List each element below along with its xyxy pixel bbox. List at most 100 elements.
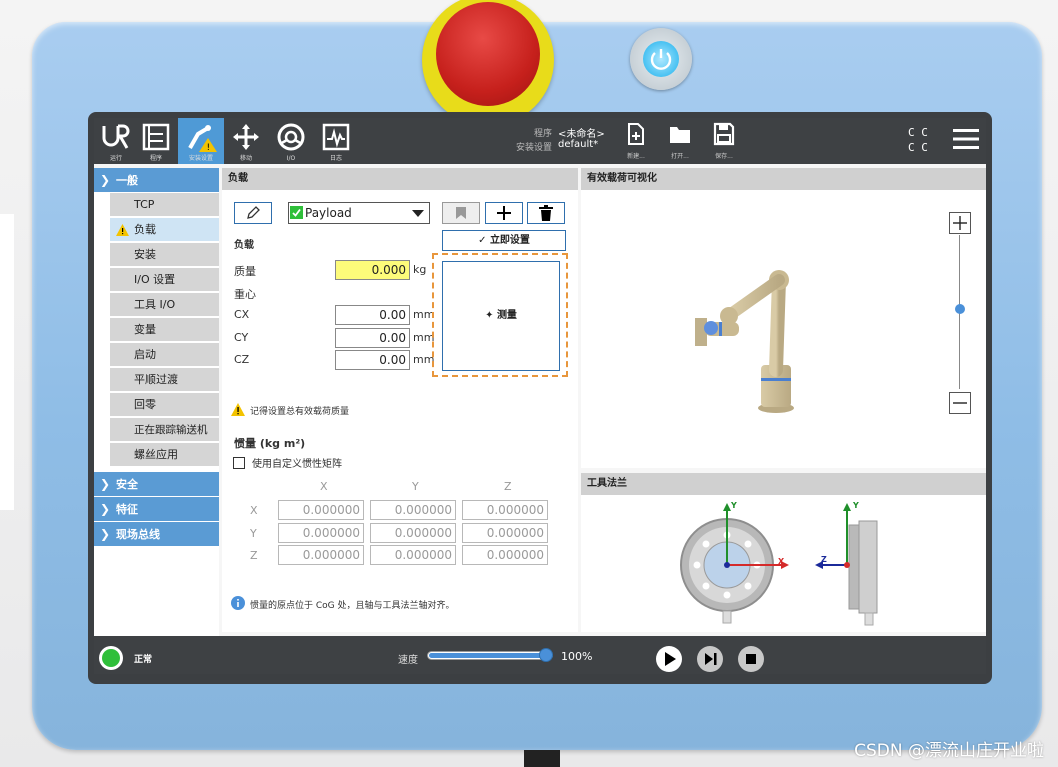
cx-input[interactable]: 0.00 — [335, 305, 410, 325]
inertia-zz-input[interactable]: 0.000000 — [462, 545, 548, 565]
mass-label: 质量 — [234, 265, 256, 278]
nav-installation[interactable]: ! 安装设置 — [178, 118, 224, 164]
speed-slider-fill — [429, 653, 553, 658]
inertia-yx-input[interactable]: 0.000000 — [278, 523, 364, 543]
emergency-stop-button[interactable] — [436, 2, 540, 106]
sidebar-item-variables[interactable]: 变量 — [110, 318, 219, 342]
sidebar-item-tool-io[interactable]: 工具 I/O — [110, 293, 219, 317]
ur-logo-icon — [102, 124, 130, 149]
nav-run[interactable]: 运行 — [96, 118, 136, 164]
inertia-xz-input[interactable]: 0.000000 — [462, 500, 548, 520]
section-fieldbus[interactable]: ❯ 现场总线 — [94, 522, 219, 546]
sidebar-item-label: 正在跟踪输送机 — [134, 424, 208, 436]
nav-log[interactable]: 日志 — [316, 118, 356, 164]
plus-icon — [497, 206, 511, 220]
add-button[interactable] — [485, 202, 523, 224]
payload-select[interactable]: Payload — [288, 202, 430, 224]
matrix-col-z: Z — [504, 480, 512, 493]
inertia-zy-input[interactable]: 0.000000 — [370, 545, 456, 565]
speed-slider[interactable] — [427, 651, 553, 660]
left-navigation: ❯ 一般 TCP 负载 安装 I/O 设置 工具 I/O 变量 启动 平顺过渡 回… — [94, 168, 219, 640]
matrix-row-y: Y — [250, 527, 257, 540]
minus-icon — [953, 402, 967, 404]
nav-program-label: 程序 — [149, 155, 162, 162]
sidebar-item-startup[interactable]: 启动 — [110, 343, 219, 367]
section-safety[interactable]: ❯ 安全 — [94, 472, 219, 496]
axis-x-label: X — [778, 557, 785, 566]
mass-input[interactable]: 0.000 — [335, 260, 410, 280]
nav-program[interactable]: 程序 — [136, 118, 176, 164]
visualization-header: 有效载荷可视化 — [581, 168, 986, 190]
bookmark-button[interactable] — [442, 202, 480, 224]
cx-label: CX — [234, 308, 250, 321]
inertia-xx-input[interactable]: 0.000000 — [278, 500, 364, 520]
folder-icon — [670, 127, 690, 143]
open-button[interactable]: 打开... — [664, 122, 696, 162]
play-icon — [665, 652, 676, 666]
zoom-out-button[interactable] — [949, 392, 971, 414]
robot-status-button[interactable] — [99, 646, 123, 670]
measure-button[interactable]: ✦ 测量 — [442, 261, 560, 371]
hamburger-menu-icon[interactable] — [952, 126, 980, 156]
cz-input[interactable]: 0.00 — [335, 350, 410, 370]
sidebar-item-tcp[interactable]: TCP — [110, 193, 219, 217]
step-button[interactable] — [697, 646, 723, 672]
section-features[interactable]: ❯ 特征 — [94, 497, 219, 521]
delete-button[interactable] — [527, 202, 565, 224]
custom-inertia-label: 使用自定义惯性矩阵 — [252, 459, 342, 470]
edit-button[interactable] — [234, 202, 272, 224]
speed-label: 速度 — [398, 655, 418, 666]
sidebar-item-conveyor-tracking[interactable]: 正在跟踪输送机 — [110, 418, 219, 442]
installation-name: default* — [558, 139, 599, 150]
dropdown-arrow-icon — [412, 210, 424, 217]
inertia-title: 惯量 (kg m²) — [234, 437, 306, 450]
custom-inertia-checkbox[interactable] — [233, 457, 245, 469]
mass-unit: kg — [413, 263, 427, 276]
speed-value: 100% — [561, 650, 593, 663]
sidebar-item-screwdriving[interactable]: 螺丝应用 — [110, 443, 219, 467]
sidebar-item-mounting[interactable]: 安装 — [110, 243, 219, 267]
sidebar-item-label: TCP — [134, 198, 155, 211]
stop-button[interactable] — [738, 646, 764, 672]
nav-run-label: 运行 — [109, 155, 122, 162]
sidebar-item-label: 负载 — [134, 223, 156, 236]
save-button[interactable]: 保存... — [708, 122, 740, 162]
zoom-in-button[interactable] — [949, 212, 971, 234]
set-now-button[interactable]: ✓ 立即设置 — [442, 230, 566, 251]
inertia-yz-input[interactable]: 0.000000 — [462, 523, 548, 543]
inertia-yy-input[interactable]: 0.000000 — [370, 523, 456, 543]
sidebar-item-home[interactable]: 回零 — [110, 393, 219, 417]
nav-move[interactable]: 移动 — [226, 118, 266, 164]
magic-wand-icon: ✦ — [485, 310, 494, 321]
inertia-zx-input[interactable]: 0.000000 — [278, 545, 364, 565]
sidebar-item-payload[interactable]: 负载 — [110, 218, 219, 242]
section-general[interactable]: ❯ 一般 — [94, 168, 219, 192]
sidebar-item-label: 平顺过渡 — [134, 373, 178, 386]
axis-y-label: Y — [731, 501, 737, 510]
inertia-info: 惯量的原点位于 CoG 处，且轴与工具法兰轴对齐。 — [250, 601, 455, 611]
speed-slider-handle[interactable] — [539, 648, 553, 662]
chevron-down-icon: ❯ — [99, 173, 111, 187]
matrix-row-z: Z — [250, 549, 258, 562]
info-icon — [231, 596, 245, 610]
measure-highlight: ✦ 测量 — [432, 253, 568, 377]
nav-io[interactable]: I/O — [271, 118, 311, 164]
play-button[interactable] — [656, 646, 682, 672]
tool-flange-header: 工具法兰 — [581, 473, 986, 495]
bookmark-icon — [456, 207, 466, 219]
chevron-right-icon: ❯ — [99, 502, 111, 516]
installation-label: 安装设置 — [515, 143, 552, 153]
power-button[interactable] — [630, 28, 692, 90]
inertia-xy-input[interactable]: 0.000000 — [370, 500, 456, 520]
status-green-icon — [102, 649, 120, 667]
side-axis-z-label: Z — [821, 555, 827, 564]
sidebar-item-smooth-transition[interactable]: 平顺过渡 — [110, 368, 219, 392]
trash-icon — [539, 205, 553, 221]
sidebar-item-io-setup[interactable]: I/O 设置 — [110, 268, 219, 292]
program-name: <未命名> — [558, 129, 605, 140]
cy-label: CY — [234, 331, 249, 344]
new-button[interactable]: 新建... — [620, 122, 652, 162]
robot-status-text: 正常 — [134, 655, 153, 665]
zoom-slider-handle[interactable] — [955, 304, 965, 314]
cy-input[interactable]: 0.00 — [335, 328, 410, 348]
